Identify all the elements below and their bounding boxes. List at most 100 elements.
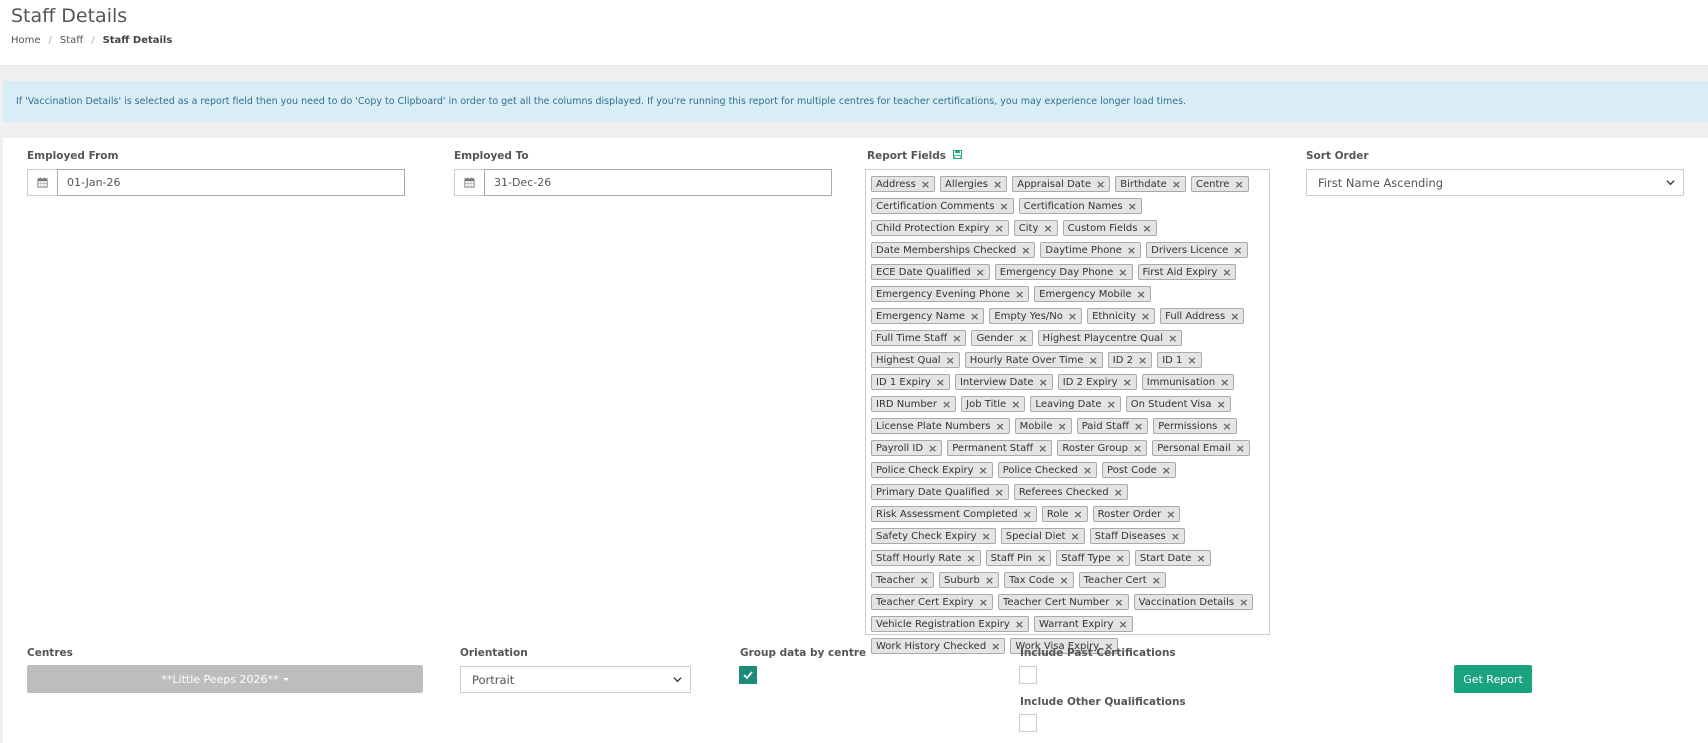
report-field-tag-label: Staff Pin (990, 552, 1032, 564)
close-icon[interactable]: × (1128, 200, 1137, 213)
close-icon[interactable]: × (1070, 530, 1079, 543)
close-icon[interactable]: × (1116, 552, 1125, 565)
close-icon[interactable]: × (1236, 442, 1245, 455)
close-icon[interactable]: × (979, 464, 988, 477)
report-fields-multiselect[interactable]: Address × Allergies × Appraisal Date × Birthda… (865, 169, 1270, 654)
close-icon[interactable]: × (1089, 354, 1098, 367)
breadcrumb-staff-link[interactable]: Staff (60, 35, 83, 46)
close-icon[interactable]: × (1057, 420, 1066, 433)
report-field-tag: Appraisal Date × (1012, 176, 1111, 192)
close-icon[interactable]: × (928, 442, 937, 455)
centres-value: **Little Peeps 2026** (161, 672, 279, 686)
close-icon[interactable]: × (995, 222, 1004, 235)
close-icon[interactable]: × (1037, 552, 1046, 565)
close-icon[interactable]: × (966, 552, 975, 565)
report-field-tag-label: Hourly Rate Over Time (969, 354, 1084, 366)
employed-to-input[interactable] (484, 169, 832, 196)
close-icon[interactable]: × (1142, 222, 1151, 235)
employed-from-input[interactable] (57, 169, 405, 196)
close-icon[interactable]: × (1230, 310, 1239, 323)
close-icon[interactable]: × (1123, 376, 1132, 389)
close-icon[interactable]: × (1127, 244, 1136, 257)
close-icon[interactable]: × (1137, 288, 1146, 301)
report-field-tag: Teacher × (871, 572, 935, 588)
close-icon[interactable]: × (1096, 178, 1105, 191)
orientation-select[interactable]: Portrait (460, 666, 691, 693)
close-icon[interactable]: × (1234, 178, 1243, 191)
breadcrumb-home-link[interactable]: Home (11, 35, 41, 46)
close-icon[interactable]: × (1023, 508, 1032, 521)
include-other-quals-label: Include Other Qualifications (1020, 696, 1186, 708)
sort-order-select[interactable]: First Name Ascending (1306, 169, 1684, 196)
close-icon[interactable]: × (1038, 442, 1047, 455)
close-icon[interactable]: × (1168, 332, 1177, 345)
close-icon[interactable]: × (1083, 464, 1092, 477)
report-field-tag: Warrant Expiry × (1034, 616, 1133, 632)
close-icon[interactable]: × (1107, 398, 1116, 411)
close-icon[interactable]: × (920, 574, 929, 587)
close-icon[interactable]: × (946, 354, 955, 367)
close-icon[interactable]: × (970, 310, 979, 323)
get-report-button[interactable]: Get Report (1454, 665, 1532, 693)
report-field-tag: Empty Yes/No × (989, 308, 1083, 324)
close-icon[interactable]: × (1233, 244, 1242, 257)
include-past-certs-checkbox[interactable] (1019, 666, 1037, 684)
close-icon[interactable]: × (1166, 508, 1175, 521)
close-icon[interactable]: × (1172, 178, 1181, 191)
close-icon[interactable]: × (1222, 420, 1231, 433)
report-field-tag-label: Interview Date (959, 376, 1034, 388)
close-icon[interactable]: × (921, 178, 930, 191)
close-icon[interactable]: × (1068, 310, 1077, 323)
close-icon[interactable]: × (995, 486, 1004, 499)
include-other-quals-checkbox[interactable] (1019, 714, 1037, 732)
close-icon[interactable]: × (1011, 398, 1020, 411)
close-icon[interactable]: × (1152, 574, 1161, 587)
close-icon[interactable]: × (1015, 288, 1024, 301)
close-icon[interactable]: × (995, 420, 1004, 433)
report-field-tag: Staff Hourly Rate × (871, 550, 981, 566)
centres-dropdown-button[interactable]: **Little Peeps 2026** (27, 665, 423, 693)
close-icon[interactable]: × (1187, 354, 1196, 367)
close-icon[interactable]: × (1222, 266, 1231, 279)
close-icon[interactable]: × (999, 200, 1008, 213)
close-icon[interactable]: × (1015, 618, 1024, 631)
close-icon[interactable]: × (1021, 244, 1030, 257)
close-icon[interactable]: × (942, 398, 951, 411)
save-icon[interactable] (952, 150, 962, 162)
report-field-tag: Certification Comments × (871, 198, 1014, 214)
close-icon[interactable]: × (993, 178, 1002, 191)
close-icon[interactable]: × (1039, 376, 1048, 389)
close-icon[interactable]: × (991, 640, 1000, 653)
close-icon[interactable]: × (1134, 420, 1143, 433)
report-field-tag-label: Daytime Phone (1045, 244, 1122, 256)
close-icon[interactable]: × (976, 266, 985, 279)
close-icon[interactable]: × (1171, 530, 1180, 543)
close-icon[interactable]: × (985, 574, 994, 587)
close-icon[interactable]: × (1018, 332, 1027, 345)
close-icon[interactable]: × (1138, 354, 1147, 367)
close-icon[interactable]: × (936, 376, 945, 389)
close-icon[interactable]: × (1133, 442, 1142, 455)
close-icon[interactable]: × (1118, 618, 1127, 631)
close-icon[interactable]: × (1114, 596, 1123, 609)
calendar-icon[interactable] (454, 169, 484, 196)
close-icon[interactable]: × (1162, 464, 1171, 477)
close-icon[interactable]: × (1073, 508, 1082, 521)
close-icon[interactable]: × (1220, 376, 1229, 389)
group-by-centre-checkbox[interactable] (739, 666, 757, 684)
breadcrumb-current: Staff Details (102, 35, 173, 46)
close-icon[interactable]: × (1059, 574, 1068, 587)
close-icon[interactable]: × (982, 530, 991, 543)
close-icon[interactable]: × (952, 332, 961, 345)
report-field-tag: Permanent Staff × (947, 440, 1053, 456)
close-icon[interactable]: × (1216, 398, 1225, 411)
close-icon[interactable]: × (1118, 266, 1127, 279)
close-icon[interactable]: × (1043, 222, 1052, 235)
close-icon[interactable]: × (1239, 596, 1248, 609)
close-icon[interactable]: × (1196, 552, 1205, 565)
report-field-tag: ID 2 Expiry × (1057, 374, 1137, 390)
close-icon[interactable]: × (1141, 310, 1150, 323)
close-icon[interactable]: × (1114, 486, 1123, 499)
close-icon[interactable]: × (979, 596, 988, 609)
calendar-icon[interactable] (27, 169, 57, 196)
